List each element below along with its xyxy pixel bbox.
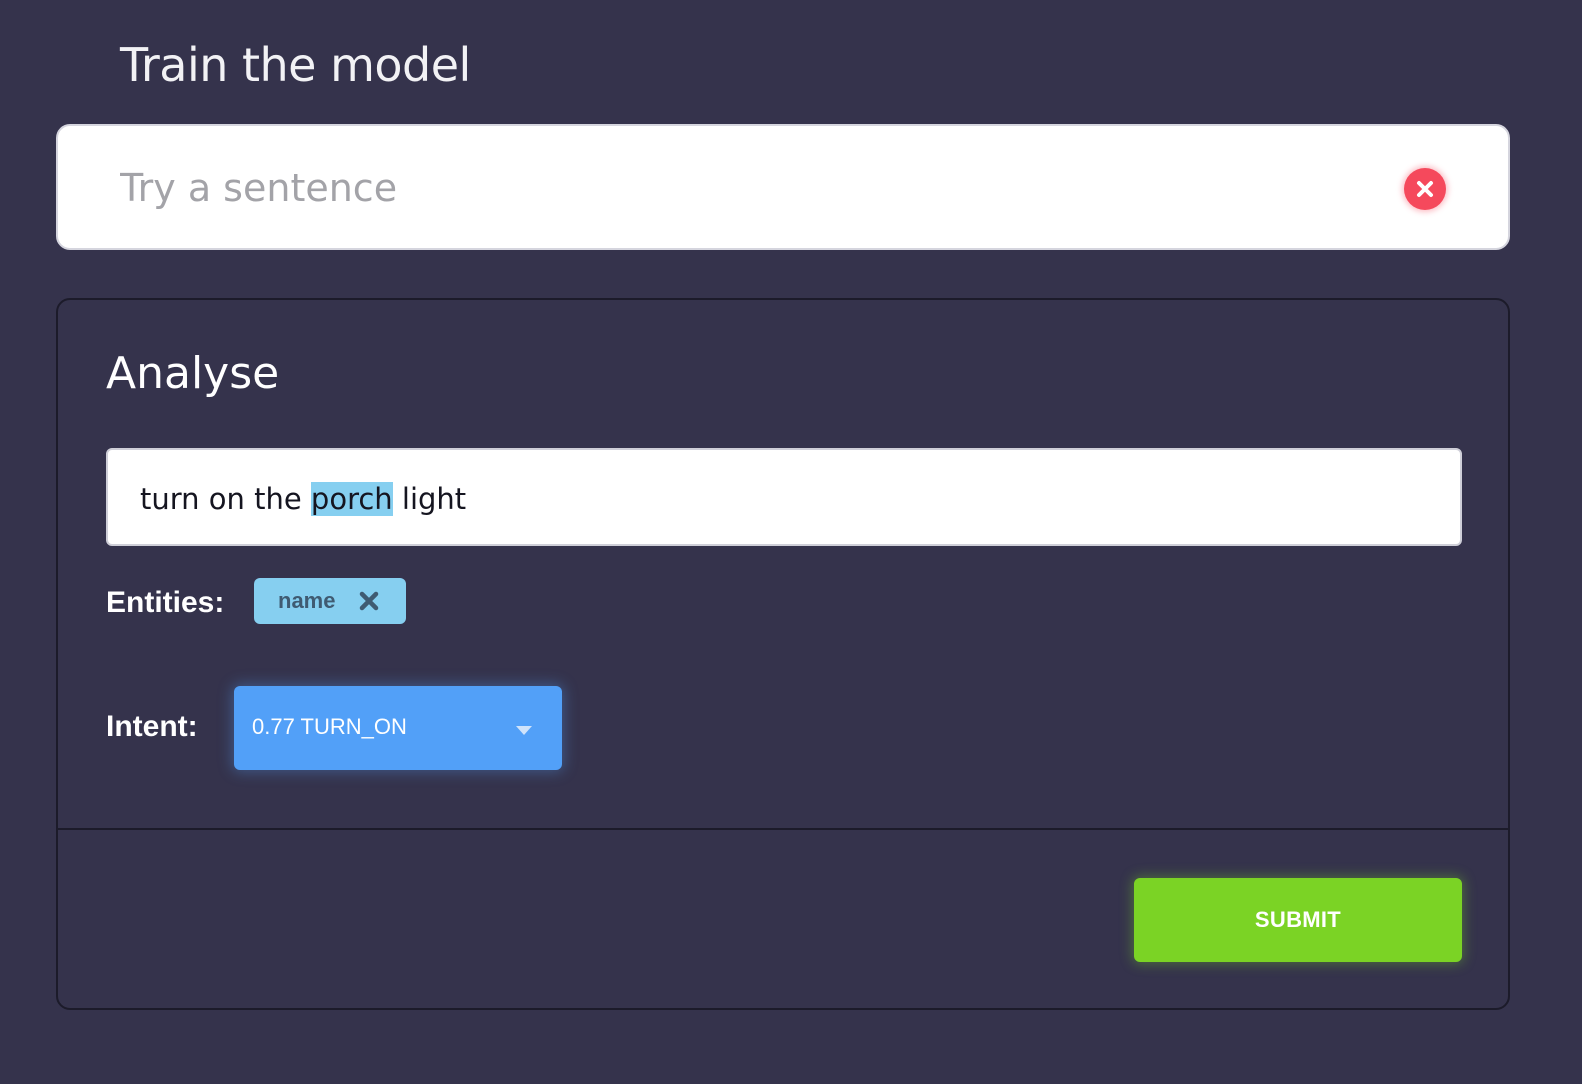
caret-down-icon (516, 726, 532, 735)
entity-chip-label: name (278, 588, 336, 613)
sentence-text-before: turn on the (140, 482, 311, 516)
analysed-sentence[interactable]: turn on the porch light (106, 448, 1462, 546)
intent-select[interactable]: 0.77 TURN_ON (234, 686, 562, 770)
page-title: Train the model (120, 38, 471, 92)
analyse-title: Analyse (106, 348, 280, 399)
intent-label: Intent: (106, 710, 198, 743)
sentence-input[interactable] (120, 156, 1380, 220)
analyse-panel: Analyse turn on the porch light Entities… (56, 298, 1510, 1010)
entity-highlight[interactable]: porch (310, 482, 393, 516)
close-icon[interactable] (358, 590, 380, 612)
submit-button[interactable]: SUBMIT (1134, 878, 1462, 962)
intent-value: 0.77 TURN_ON (252, 714, 407, 739)
entity-chip[interactable]: name (254, 578, 406, 624)
panel-divider (58, 828, 1508, 830)
entities-label: Entities: (106, 586, 225, 619)
clear-sentence-button[interactable] (1404, 168, 1446, 210)
sentence-input-container (56, 124, 1510, 250)
close-icon (1417, 181, 1433, 197)
sentence-text-after: light (392, 482, 467, 516)
